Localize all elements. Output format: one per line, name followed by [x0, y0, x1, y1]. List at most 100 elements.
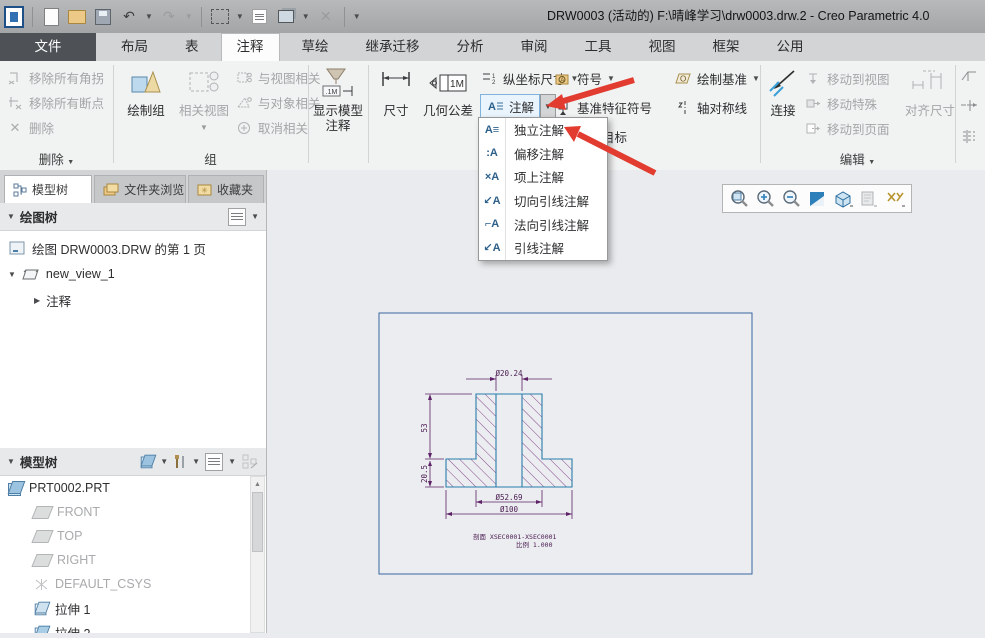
scroll-up-arrow[interactable]: ▲: [251, 477, 264, 491]
tree-settings-icon[interactable]: [205, 453, 223, 471]
delete-button[interactable]: ✕ 删除: [6, 115, 113, 140]
menu-item-normal-leader-note[interactable]: ⌐A 法向引线注解: [479, 212, 607, 236]
menu-item-independent-note[interactable]: A≡ 独立注解: [479, 118, 607, 142]
menu-item-leader-note[interactable]: ↙A 引线注解: [479, 236, 607, 260]
tree-item-right[interactable]: RIGHT: [0, 548, 252, 572]
dim-mid-diameter[interactable]: Ø52.69: [495, 493, 522, 502]
tab-file[interactable]: 文件: [0, 33, 96, 61]
move-to-sheet-button[interactable]: 移动到页面: [804, 116, 890, 141]
tab-annotate[interactable]: 注释: [221, 33, 280, 61]
tree-tools-icon[interactable]: [173, 454, 187, 470]
drawing-canvas[interactable]: Ø20.24 53 20.5 Ø52.69 Ø100 剖面 XSEC0001-X…: [267, 170, 985, 633]
tree-item-annotations[interactable]: ▶ 注释: [8, 287, 266, 313]
customize-toolbar-dropdown[interactable]: ▼: [353, 12, 361, 21]
tree-item-top[interactable]: TOP: [0, 524, 252, 548]
tree-item-default-csys[interactable]: DEFAULT_CSYS: [0, 572, 252, 596]
gtol-button[interactable]: 1M 几何公差: [418, 65, 478, 119]
datum-display-button[interactable]: [884, 188, 906, 210]
open-file-button[interactable]: [67, 7, 87, 27]
dim-height[interactable]: 53: [420, 423, 429, 432]
tree-item-new-view-1[interactable]: ▼ new_view_1: [8, 261, 266, 287]
scale-caption[interactable]: 比例 1.000: [516, 540, 553, 549]
draw-datum-button[interactable]: O 绘制基准 ▼: [674, 66, 760, 91]
move-to-view-button[interactable]: 移动到视图: [804, 66, 890, 91]
undo-button[interactable]: ↶: [119, 7, 139, 27]
redo-button[interactable]: ↷: [159, 7, 179, 27]
clipped-icon[interactable]: [960, 97, 978, 115]
tree-filter-icon[interactable]: [241, 453, 259, 471]
redo-dropdown[interactable]: ▼: [185, 12, 193, 21]
tab-view[interactable]: 视图: [634, 33, 691, 61]
select-mode-button[interactable]: [210, 7, 230, 27]
new-file-button[interactable]: [41, 7, 61, 27]
remove-all-jogs-button[interactable]: 移除所有角拐: [6, 65, 113, 90]
app-icon[interactable]: [4, 7, 24, 27]
show-model-annotations-button[interactable]: .1M 显示模型注释: [310, 65, 366, 134]
symbol-dropdown[interactable]: ▼: [607, 74, 615, 83]
move-special-button[interactable]: 移动特殊: [804, 91, 890, 116]
repaint-button[interactable]: [806, 188, 828, 210]
zoom-out-button[interactable]: [780, 188, 802, 210]
model-display-icon[interactable]: [141, 455, 155, 469]
group-label-delete[interactable]: 删除 ▼: [0, 149, 113, 168]
tree-item-front[interactable]: FRONT: [0, 500, 252, 524]
select-mode-dropdown[interactable]: ▼: [236, 12, 244, 21]
tree-item-extrude-2[interactable]: 拉伸 2: [0, 620, 252, 633]
menu-item-offset-note[interactable]: :A 偏移注解: [479, 142, 607, 166]
menu-item-tangent-leader-note[interactable]: ↙A 切向引线注解: [479, 189, 607, 213]
sheet-display-button[interactable]: [858, 188, 880, 210]
tab-review[interactable]: 审阅: [506, 33, 563, 61]
collapse-icon[interactable]: ▼: [7, 212, 15, 221]
tab-folder-browser[interactable]: 文件夹浏览...: [94, 175, 186, 203]
tree-item-extrude-1[interactable]: 拉伸 1: [0, 596, 252, 620]
zoom-in-button[interactable]: [754, 188, 776, 210]
windows-dropdown[interactable]: ▼: [302, 12, 310, 21]
symbol-button[interactable]: A 符号 ▼: [554, 66, 652, 91]
related-view-button[interactable]: 相关视图 ▼: [175, 65, 233, 135]
clipped-icon[interactable]: [960, 127, 978, 145]
dimension-button[interactable]: 尺寸: [376, 65, 416, 119]
zoom-region-button[interactable]: [728, 188, 750, 210]
menu-item-on-item-note[interactable]: ×A 项上注解: [479, 165, 607, 189]
align-dimensions-button[interactable]: 对齐尺寸: [905, 65, 955, 119]
undo-dropdown[interactable]: ▼: [145, 12, 153, 21]
close-window-button[interactable]: ✕: [316, 7, 336, 27]
axis-symmetry-line-button[interactable]: 轴对称线: [674, 95, 760, 120]
clipped-icon[interactable]: [960, 66, 978, 84]
draw-datum-dropdown[interactable]: ▼: [752, 74, 760, 83]
tree-item-drawing-page[interactable]: 绘图 DRW0003.DRW 的第 1 页: [8, 235, 266, 261]
tree-settings-dropdown[interactable]: ▼: [228, 457, 236, 466]
model-tree-scrollbar[interactable]: ▲: [250, 476, 265, 633]
dim-flange-height[interactable]: 20.5: [420, 465, 429, 483]
tab-legacy-migration[interactable]: 继承迁移: [351, 33, 435, 61]
scrollbar-thumb[interactable]: [252, 492, 263, 552]
tab-common[interactable]: 公用: [762, 33, 819, 61]
drawing-tree-settings-dropdown[interactable]: ▼: [251, 212, 259, 221]
group-label-edit[interactable]: 编辑 ▼: [760, 149, 955, 168]
tab-layout[interactable]: 布局: [106, 33, 163, 61]
windows-button[interactable]: [276, 7, 296, 27]
connect-button[interactable]: 连接: [765, 65, 801, 119]
remove-all-breaks-button[interactable]: 移除所有断点: [6, 90, 113, 115]
expand-closed-icon[interactable]: ▶: [34, 296, 40, 305]
tab-framework[interactable]: 框架: [698, 33, 755, 61]
drawing-sheet[interactable]: Ø20.24 53 20.5 Ø52.69 Ø100 剖面 XSEC0001-X…: [267, 170, 985, 633]
tab-model-tree[interactable]: 模型树: [4, 175, 92, 203]
regenerate-icon[interactable]: [250, 7, 270, 27]
dim-top-diameter[interactable]: Ø20.24: [495, 369, 523, 378]
tab-analysis[interactable]: 分析: [442, 33, 499, 61]
display-style-button[interactable]: [832, 188, 854, 210]
collapse-icon[interactable]: ▼: [7, 457, 15, 466]
tab-favorites[interactable]: ✳ 收藏夹: [188, 175, 264, 203]
tree-tools-dropdown[interactable]: ▼: [192, 457, 200, 466]
tab-sketch[interactable]: 草绘: [287, 33, 344, 61]
expand-open-icon[interactable]: ▼: [8, 270, 16, 279]
dim-outer-diameter[interactable]: Ø100: [500, 505, 519, 514]
tab-tools[interactable]: 工具: [570, 33, 627, 61]
model-display-dropdown[interactable]: ▼: [160, 457, 168, 466]
section-caption[interactable]: 剖面 XSEC0001-XSEC0001: [473, 532, 557, 541]
draw-group-button[interactable]: 绘制组: [120, 65, 172, 119]
save-button[interactable]: [93, 7, 113, 27]
tab-table[interactable]: 表: [170, 33, 214, 61]
tree-item-part[interactable]: PRT0002.PRT: [0, 476, 252, 500]
